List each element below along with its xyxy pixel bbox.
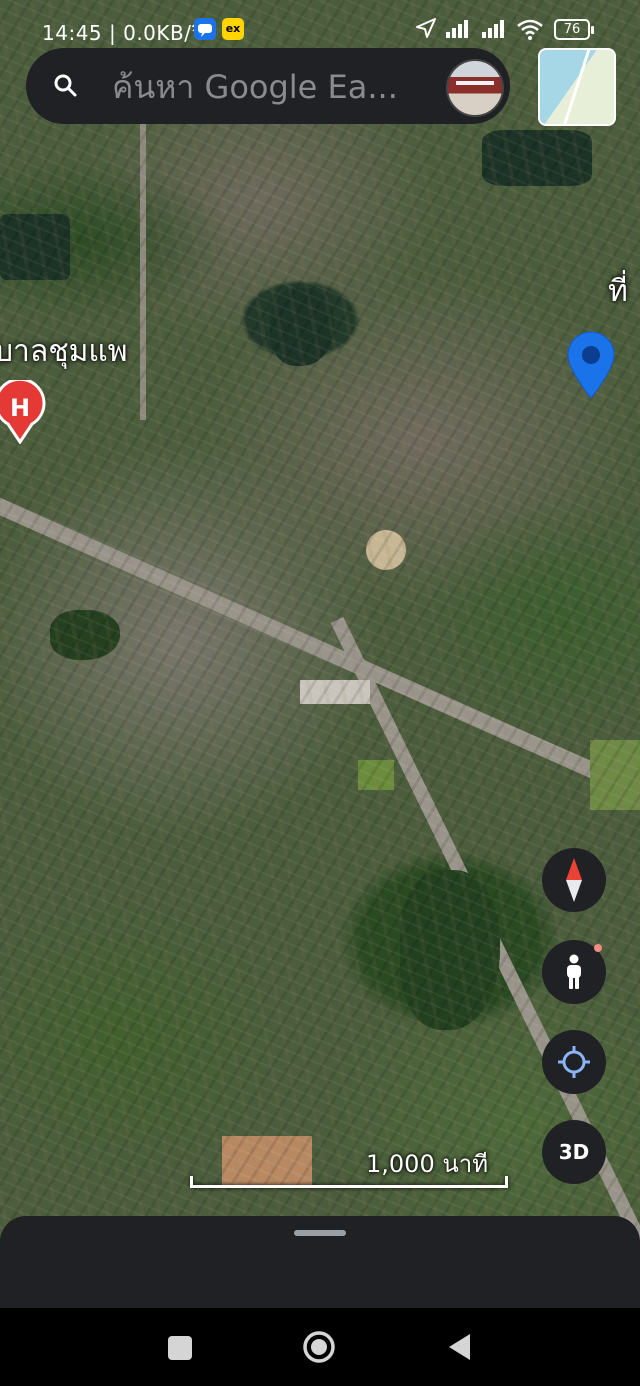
compass-button[interactable] (542, 848, 606, 912)
map-label-hospital[interactable]: บาลชุมแพ (0, 328, 128, 375)
my-location-button[interactable] (542, 1030, 606, 1094)
map-texture (0, 0, 640, 1300)
chat-app-icon (194, 18, 216, 40)
status-time: 14:45 (42, 21, 103, 45)
pegman-icon (567, 954, 581, 989)
sheet-drag-handle[interactable] (294, 1230, 346, 1236)
compass-icon (566, 858, 582, 902)
map-pin-icon (567, 331, 615, 399)
notification-dot (594, 944, 602, 952)
wifi-icon (517, 19, 543, 40)
my-location-icon (558, 1046, 590, 1078)
signal-icon (482, 20, 504, 38)
avatar-image (456, 81, 494, 85)
satellite-map[interactable]: บาลชุมแพ ที่ H 1,000 นาที (0, 0, 640, 1300)
ex-app-icon: ex (222, 18, 244, 40)
search-input[interactable] (110, 65, 454, 109)
view-3d-button[interactable]: 3D (542, 1120, 606, 1184)
signal-icon (446, 20, 468, 38)
account-avatar[interactable] (446, 59, 504, 117)
hospital-pin-icon: H (0, 377, 46, 445)
status-time-block: 14:45 | 0.0KB/วิ (42, 21, 204, 45)
search-bar[interactable] (26, 48, 510, 124)
battery-indicator: 76 (554, 19, 594, 40)
map-layers-thumbnail[interactable] (538, 48, 616, 126)
nav-back-button[interactable] (446, 1332, 472, 1362)
hospital-marker[interactable]: H (0, 377, 48, 448)
minimap-route (560, 50, 591, 124)
search-icon[interactable] (52, 72, 80, 100)
nav-home-button[interactable] (302, 1330, 336, 1364)
street-view-button[interactable] (542, 940, 606, 1004)
nav-recents-button[interactable] (168, 1336, 192, 1360)
network-speed: 0.0KB/วิ (123, 21, 204, 45)
bottom-sheet[interactable] (0, 1216, 640, 1316)
hospital-marker-letter: H (10, 394, 30, 422)
location-arrow-icon (416, 18, 436, 38)
location-pin[interactable] (564, 330, 618, 404)
map-label-place[interactable]: ที่ (608, 268, 628, 315)
scale-bar (190, 1176, 508, 1188)
